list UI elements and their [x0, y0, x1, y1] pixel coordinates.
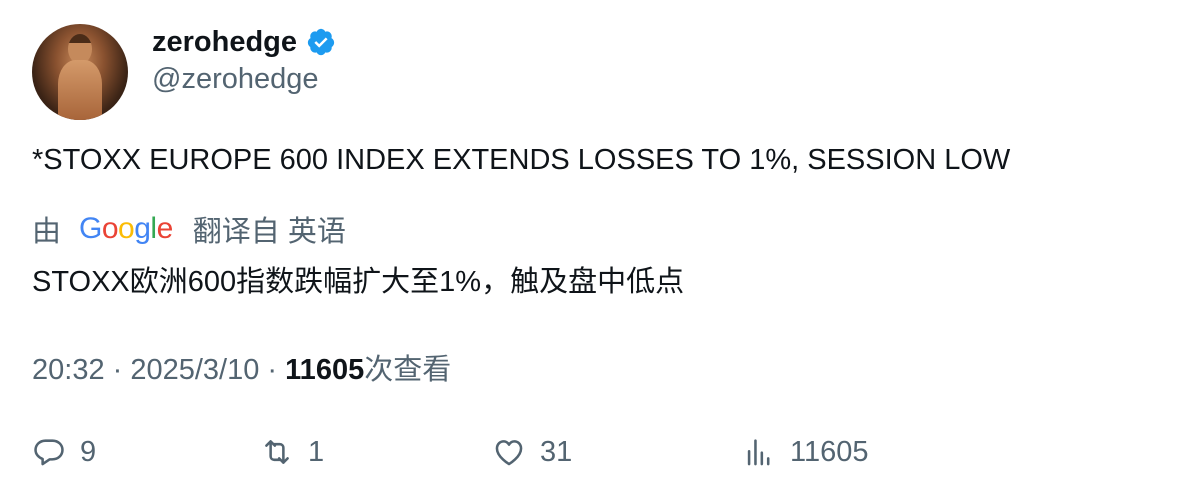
google-logo: Google [79, 212, 173, 245]
like-button[interactable]: 31 [492, 432, 572, 472]
meta-separator: · [259, 354, 286, 386]
tweet-time[interactable]: 20:32 [32, 354, 105, 386]
views-count: 11605 [285, 354, 365, 386]
reply-icon [34, 439, 64, 466]
author-handle[interactable]: @zerohedge [152, 63, 319, 96]
tweet-meta: 20:32 · 2025/3/10 · 11605次查看 [32, 346, 451, 388]
avatar-torso [58, 60, 102, 120]
translation-suffix: 翻译自 英语 [192, 216, 346, 248]
retweet-icon [265, 440, 289, 464]
verified-badge-icon [307, 28, 335, 56]
views-label: 次查看 [364, 354, 452, 386]
translation-attribution: 由 Google 翻译自 英语 [32, 207, 346, 251]
avatar[interactable] [32, 24, 128, 120]
heart-icon [495, 440, 523, 466]
tweet-date[interactable]: 2025/3/10 [130, 354, 259, 386]
meta-separator: · [104, 354, 131, 386]
retweet-count: 1 [308, 435, 325, 468]
like-count: 31 [540, 435, 573, 468]
tweet-text: *STOXX EUROPE 600 INDEX EXTENDS LOSSES T… [32, 144, 1011, 176]
author-name-row: zerohedge [152, 24, 336, 60]
reply-button[interactable]: 9 [32, 432, 96, 472]
translated-text: STOXX欧洲600指数跌幅扩大至1%，触及盘中低点 [32, 266, 685, 298]
reply-count: 9 [80, 435, 97, 468]
display-name[interactable]: zerohedge [152, 26, 297, 59]
views-action-count: 11605 [790, 435, 869, 468]
translation-prefix: 由 [32, 216, 62, 248]
views-button[interactable]: 11605 [742, 432, 869, 472]
retweet-button[interactable]: 1 [260, 432, 324, 472]
views-chart-icon [747, 439, 770, 466]
